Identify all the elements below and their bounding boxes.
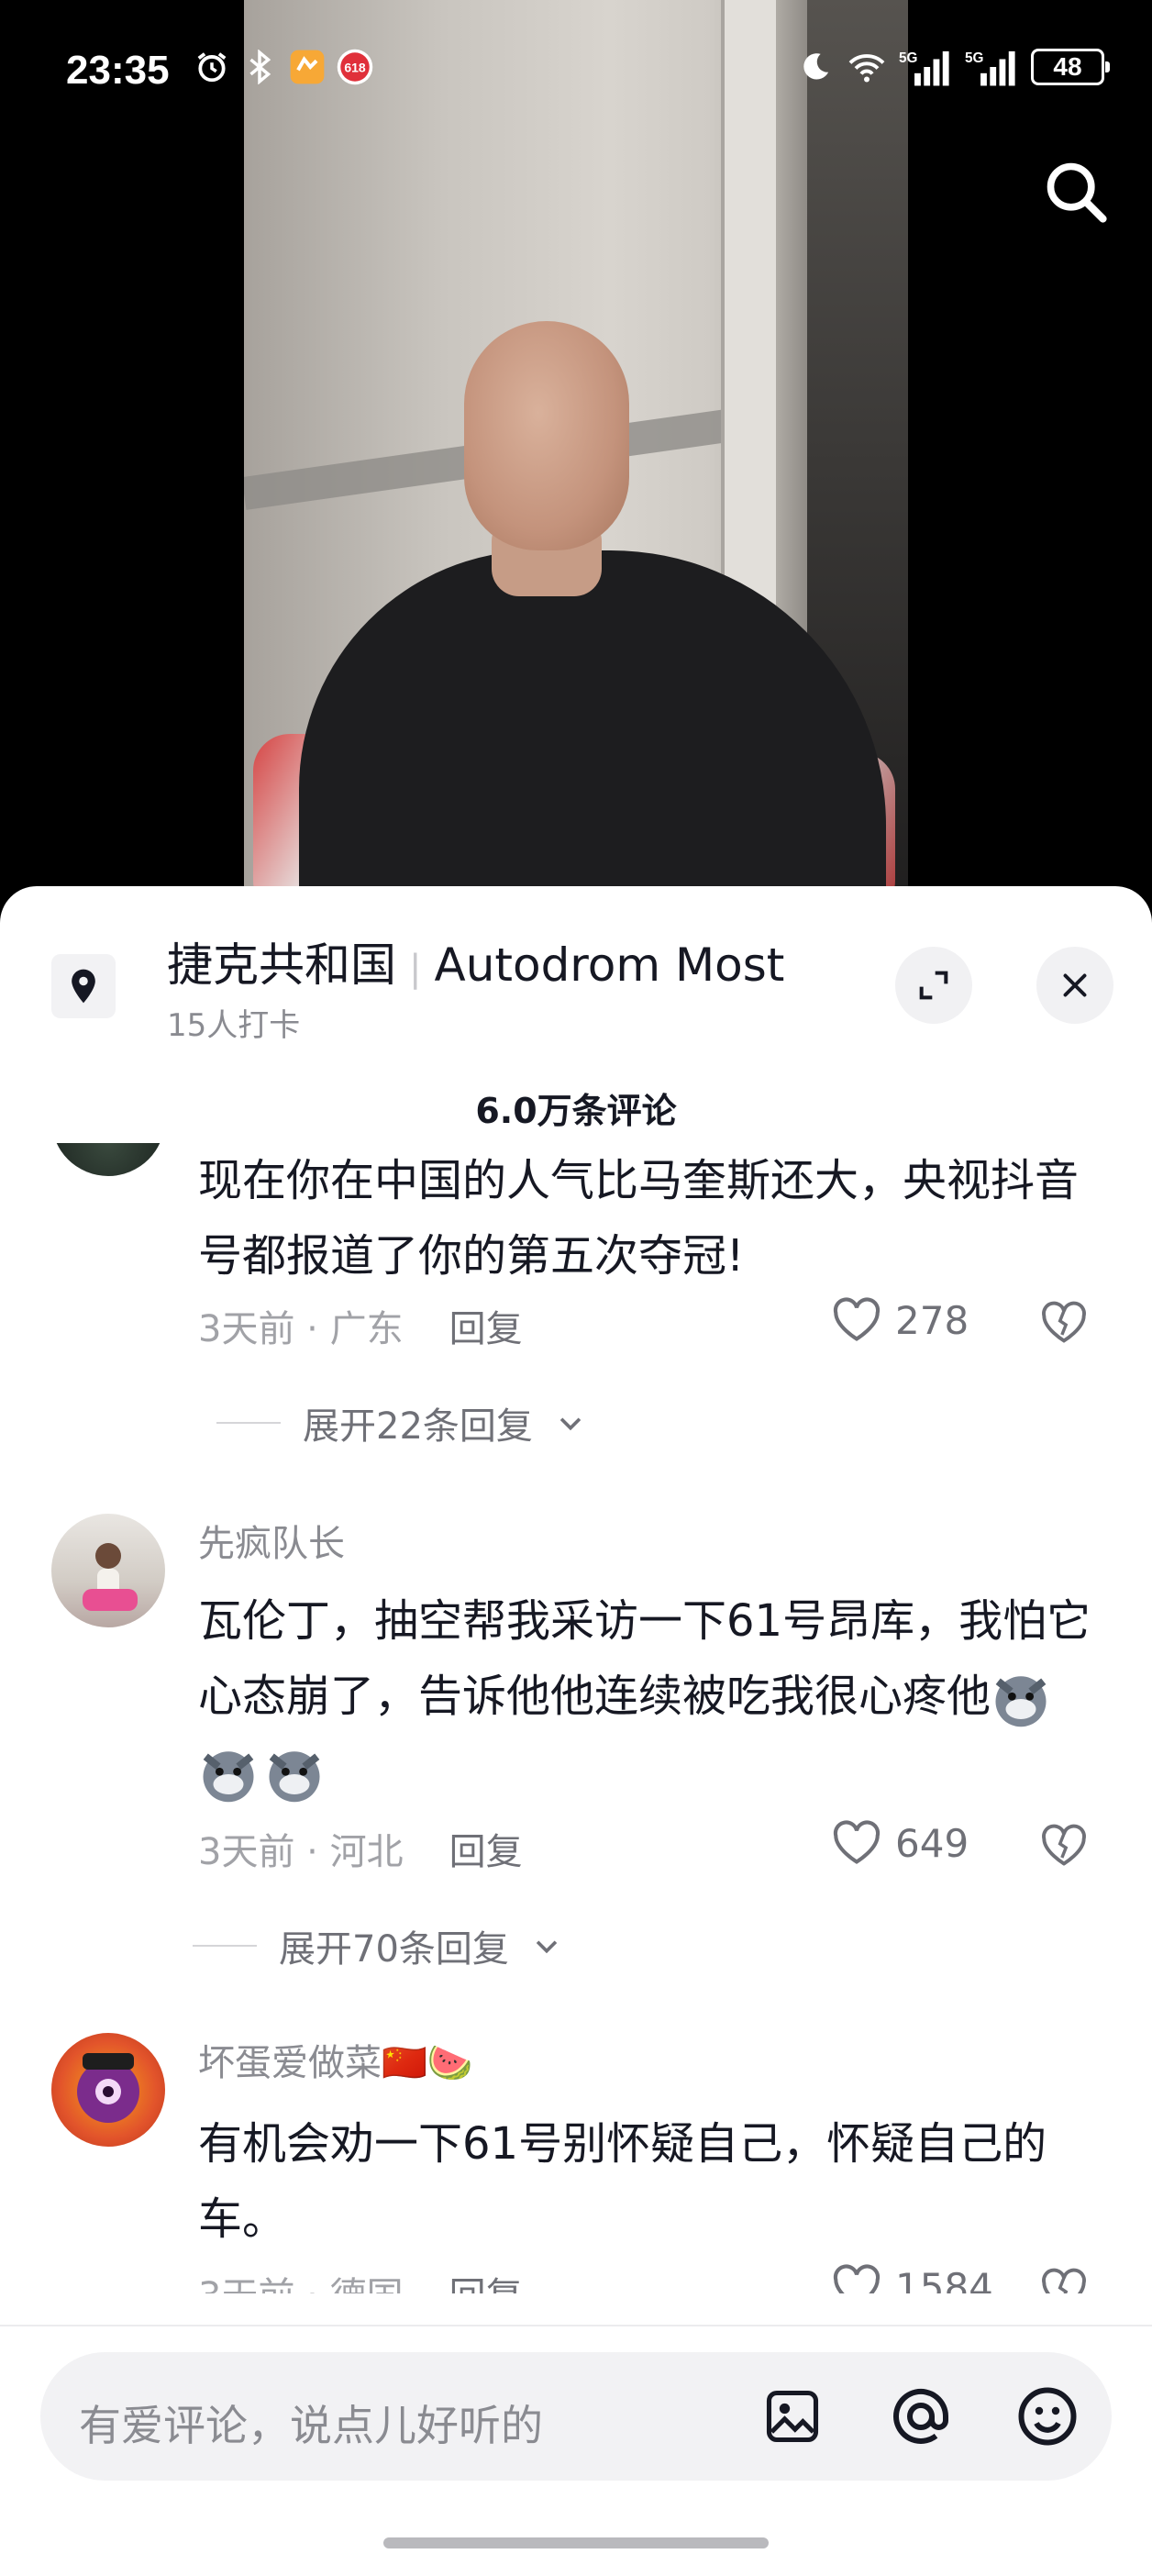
- comment-time: 3天前 · 河北: [198, 1831, 404, 1873]
- like-button[interactable]: 1584: [831, 2264, 993, 2293]
- expand-icon: [919, 971, 948, 1000]
- broken-heart-icon: [1042, 1301, 1086, 1343]
- status-icons-left: 618: [193, 48, 374, 86]
- comment-username[interactable]: 坏蛋爱做菜🇨🇳🍉: [198, 2033, 473, 2086]
- broken-heart-icon: [1042, 2268, 1086, 2293]
- reply-button[interactable]: 回复: [449, 1308, 523, 1350]
- like-count: 649: [895, 1820, 969, 1866]
- comment-body: 瓦伦丁，抽空帮我采访一下61号昂库，我怕它心态崩了，告诉他他连续被吃我很心疼他: [198, 1595, 1091, 1722]
- comment-count: 6.0万条评论: [475, 1091, 677, 1131]
- comment-meta: 3天前 · 河北 回复: [198, 1822, 523, 1875]
- like-count: 1584: [895, 2264, 993, 2294]
- image-button[interactable]: [756, 2380, 829, 2453]
- home-indicator[interactable]: [383, 2537, 769, 2548]
- comment-input-bar: 有爱评论，说点儿好听的: [0, 2325, 1152, 2576]
- reply-button[interactable]: 回复: [449, 1831, 523, 1873]
- divider: [193, 1945, 257, 1947]
- avatar[interactable]: [51, 1143, 165, 1176]
- moon-icon: [796, 48, 835, 86]
- expand-button[interactable]: [895, 947, 972, 1024]
- svg-text:5G: 5G: [965, 50, 983, 66]
- emoji-icon: [1018, 2387, 1077, 2446]
- 5g-signal-icon: 5G: [899, 48, 952, 86]
- comment-sheet: 捷克共和国 | Autodrom Most 15人打卡 6.0万条评论 现在你在中国…: [0, 886, 1152, 2576]
- wolf-emoji-icon: [995, 1676, 1047, 1727]
- close-icon: [1063, 973, 1087, 997]
- expand-replies-label: 展开22条回复: [303, 1405, 533, 1448]
- expand-replies-label: 展开70条回复: [279, 1928, 509, 1971]
- search-icon: [1047, 162, 1107, 223]
- location-header[interactable]: 捷克共和国 | Autodrom Most 15人打卡: [0, 886, 1152, 1044]
- 618-promo-icon: 618: [336, 48, 374, 86]
- search-button[interactable]: [1038, 154, 1115, 231]
- status-bar: 23:35 618 5G 5G 48: [0, 0, 1152, 147]
- location-region: 捷克共和国: [167, 938, 396, 992]
- comment-text: 有机会劝一下61号别怀疑自己，怀疑自己的车。: [198, 2118, 1047, 2245]
- avatar[interactable]: [51, 2033, 165, 2147]
- broken-heart-icon: [1042, 1824, 1086, 1866]
- heart-icon: [833, 2264, 881, 2293]
- location-name: Autodrom Most: [434, 938, 785, 992]
- like-button[interactable]: 649: [831, 1820, 969, 1866]
- heart-icon: [833, 1297, 881, 1341]
- 5g-signal-icon: 5G: [965, 48, 1018, 86]
- comment-text: 瓦伦丁，抽空帮我采访一下61号昂库，我怕它心态崩了，告诉他他连续被吃我很心疼他: [198, 1583, 1097, 1809]
- heart-icon: [833, 1820, 881, 1864]
- battery-indicator: 48: [1031, 49, 1110, 85]
- comment-time: 3天前 · 广东: [198, 1308, 404, 1350]
- comment-time: 3天前 · 德国: [198, 2275, 404, 2293]
- location-checkins: 15人打卡: [167, 1007, 301, 1044]
- comment-input[interactable]: 有爱评论，说点儿好听的: [40, 2352, 1112, 2481]
- expand-replies-button[interactable]: 展开22条回复: [216, 1396, 586, 1449]
- comment-username[interactable]: 先疯队长: [198, 1514, 345, 1567]
- video-person-body: [299, 550, 886, 917]
- dislike-button[interactable]: [1036, 1295, 1091, 1350]
- like-count: 278: [895, 1297, 969, 1343]
- at-icon: [893, 2388, 948, 2444]
- dislike-button[interactable]: [1036, 1818, 1091, 1873]
- close-button[interactable]: [1036, 947, 1113, 1024]
- chevron-down-icon: [559, 1417, 582, 1431]
- location-title[interactable]: 捷克共和国 | Autodrom Most: [167, 928, 784, 994]
- location-separator: |: [409, 948, 422, 990]
- like-button[interactable]: 278: [831, 1297, 969, 1343]
- comment-input-placeholder: 有爱评论，说点儿好听的: [79, 2401, 543, 2450]
- chevron-down-icon: [536, 1940, 558, 1954]
- location-pin-icon: [51, 954, 116, 1018]
- emoji-button[interactable]: [1011, 2380, 1084, 2453]
- mention-button[interactable]: [884, 2380, 958, 2453]
- bluetooth-icon: [240, 48, 279, 86]
- divider: [216, 1422, 281, 1424]
- reply-button[interactable]: 回复: [449, 2275, 523, 2293]
- comment-text: 现在你在中国的人气比马奎斯还大，央视抖音号都报道了你的第五次夺冠!: [198, 1155, 1080, 1282]
- app-notification-icon: [288, 48, 327, 86]
- wifi-icon: [847, 48, 886, 86]
- comment-meta: 3天前 · 广东 回复: [198, 1299, 523, 1352]
- svg-text:618: 618: [344, 60, 366, 74]
- alarm-icon: [193, 48, 231, 86]
- comment-meta: 3天前 · 德国 回复: [198, 2266, 523, 2293]
- status-time: 23:35: [66, 48, 170, 93]
- image-icon: [766, 2390, 819, 2443]
- video-person-head: [464, 321, 629, 550]
- expand-replies-button[interactable]: 展开70条回复: [193, 1919, 562, 1972]
- avatar[interactable]: [51, 1514, 165, 1627]
- comment-list[interactable]: 现在你在中国的人气比马奎斯还大，央视抖音号都报道了你的第五次夺冠! 3天前 · …: [0, 1143, 1152, 2293]
- svg-text:5G: 5G: [899, 50, 917, 66]
- wolf-emoji-icon: [269, 1751, 320, 1803]
- wolf-emoji-icon: [203, 1751, 254, 1803]
- status-icons-right: 5G 5G 48: [796, 48, 1110, 86]
- dislike-button[interactable]: [1036, 2262, 1091, 2293]
